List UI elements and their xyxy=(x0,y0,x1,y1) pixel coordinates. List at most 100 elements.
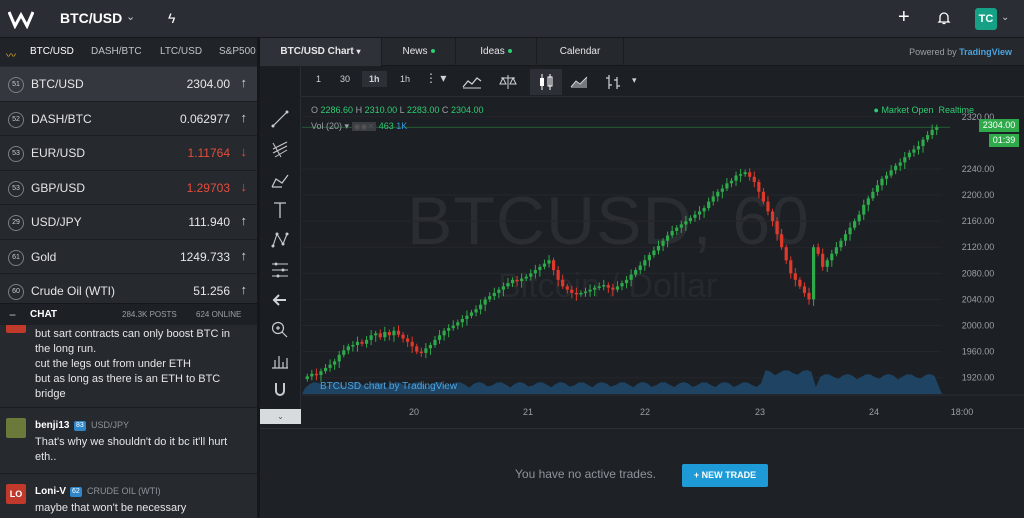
market-tab-btc-usd[interactable]: BTC/USD xyxy=(30,46,74,57)
market-badge: 53 xyxy=(8,180,24,197)
lightning-icon[interactable]: ϟ xyxy=(168,10,175,26)
candle-body xyxy=(729,180,734,184)
ohlc-readout: O 2286.60 H 2310.00 L 2283.00 C 2304.00 xyxy=(311,105,484,115)
price-chart[interactable]: BTCUSD, 60 Bitcoin / Dollar 1920.00 1960.… xyxy=(302,97,1024,424)
candle-body xyxy=(716,191,720,197)
candle-body xyxy=(638,265,642,271)
candlestick-chart[interactable]: 1920.00 1960.00 2000.00 2040.00 2080.00 2120.… xyxy=(302,97,1024,424)
arrow-up-icon: ↑ xyxy=(240,75,248,90)
zoom-icon[interactable] xyxy=(270,320,290,340)
candle-body xyxy=(656,245,661,251)
magnet-icon[interactable] xyxy=(270,380,290,400)
chevron-down-icon[interactable]: ▾ xyxy=(632,75,637,86)
chart-credit-link[interactable]: BTCUSD chart by TradingView xyxy=(320,381,457,392)
candle-body xyxy=(634,270,638,275)
market-status: ● Market Open Realtime xyxy=(873,105,975,115)
candle-body xyxy=(574,292,578,295)
market-price: 0.062977 xyxy=(179,111,230,126)
market-row[interactable]: 52 DASH/BTC 0.062977 ↑ xyxy=(0,102,257,136)
candle-body xyxy=(825,260,829,267)
interval-1h-alt[interactable]: 1h xyxy=(400,74,410,84)
chevron-down-icon[interactable]: ⌄ xyxy=(126,10,135,23)
divider xyxy=(0,407,257,408)
market-row[interactable]: 29 USD/JPY 111.940 ↑ xyxy=(0,205,257,240)
candle-body xyxy=(738,174,743,176)
market-row[interactable]: 51 BTC/USD 2304.00 ↑ xyxy=(0,67,257,102)
volume-readout[interactable]: Vol (20) ▾ ◉◉✕ 463 1K xyxy=(311,121,407,132)
candle-body xyxy=(488,296,492,300)
arrow-down-icon: ↓ xyxy=(240,144,248,159)
scroll-down-button[interactable]: ⌄ xyxy=(260,409,301,424)
candles-style-button[interactable] xyxy=(530,69,562,95)
compare-icon[interactable] xyxy=(499,74,517,90)
trending-icon: 〰 xyxy=(6,51,16,62)
tab-calendar[interactable]: Calendar xyxy=(537,38,624,66)
pair-selector[interactable]: BTC/USD xyxy=(60,10,122,26)
fib-icon[interactable] xyxy=(270,260,290,280)
candle-body xyxy=(588,289,592,292)
market-row[interactable]: 53 EUR/USD 1.11764 ↓ xyxy=(0,136,257,171)
candle-body xyxy=(538,266,542,271)
market-tab-sp500[interactable]: S&P500 xyxy=(219,46,256,57)
y-tick-label: 2160.00 xyxy=(962,216,995,226)
market-tab-ltc-usd[interactable]: LTC/USD xyxy=(160,46,202,57)
arrow-down-icon: ↓ xyxy=(240,178,248,194)
candle-body xyxy=(469,312,474,316)
candle-body xyxy=(816,247,820,254)
new-trade-button[interactable]: + NEW TRADE xyxy=(682,464,768,487)
market-row[interactable]: 61 Gold 1249.733 ↑ xyxy=(0,240,257,274)
pattern-icon[interactable] xyxy=(270,230,290,250)
candle-body xyxy=(907,152,911,158)
market-tab-dash-btc[interactable]: DASH/BTC xyxy=(91,46,142,57)
candle-body xyxy=(620,283,624,287)
avatar[interactable] xyxy=(6,325,26,333)
candle-body xyxy=(702,208,706,212)
indicators-icon[interactable] xyxy=(462,75,482,89)
candle-body xyxy=(561,279,565,287)
pitchfork-icon[interactable] xyxy=(270,139,290,159)
candle-body xyxy=(821,253,825,267)
brush-icon[interactable] xyxy=(270,170,290,190)
interval-1h[interactable]: 1h xyxy=(362,71,387,87)
trend-line-icon[interactable] xyxy=(270,109,290,129)
area-chart-icon[interactable] xyxy=(570,75,588,89)
add-icon[interactable]: + xyxy=(898,6,910,29)
bars-style-icon[interactable] xyxy=(605,73,621,91)
interval-1[interactable]: 1 xyxy=(316,74,321,84)
candle-body xyxy=(684,221,688,225)
bell-icon[interactable] xyxy=(936,10,952,26)
chat-username[interactable]: Loni-V xyxy=(35,486,66,497)
candle-body xyxy=(474,309,478,313)
interval-30[interactable]: 30 xyxy=(340,74,350,84)
powered-by[interactable]: Powered by TradingView xyxy=(909,47,1012,57)
more-intervals-icon[interactable]: ⋮ ▾ xyxy=(425,71,446,85)
market-list: 51 BTC/USD 2304.00 ↑ 52 DASH/BTC 0.062977 ↑ 53 EU… xyxy=(0,67,257,309)
candle-body xyxy=(606,285,610,288)
candle-body xyxy=(725,183,729,189)
chevron-down-icon[interactable]: ⌄ xyxy=(1001,12,1009,23)
candle-body xyxy=(314,373,318,376)
x-tick-label: 20 xyxy=(409,407,419,417)
chat-message-text: but sart contracts can only boost BTC in… xyxy=(35,328,231,400)
candle-body xyxy=(387,332,391,336)
candle-body xyxy=(930,129,934,136)
x-tick-label: 18:00 xyxy=(951,407,974,417)
text-icon[interactable] xyxy=(270,200,290,220)
market-row[interactable]: 53 GBP/USD 1.29703 ↓ xyxy=(0,171,257,205)
chat-header: − CHAT 284.3K POSTS 624 ONLINE xyxy=(0,303,257,325)
tab-news[interactable]: News xyxy=(382,38,456,66)
minimize-icon[interactable]: − xyxy=(9,308,16,322)
measure-icon[interactable] xyxy=(270,350,290,370)
chat-pair-tag: CRUDE OIL (WTI) xyxy=(87,486,161,496)
candle-body xyxy=(579,292,583,295)
market-price: 1249.733 xyxy=(179,249,230,264)
tab-chart[interactable]: BTC/USD Chart ▾ xyxy=(260,38,382,66)
back-arrow-icon[interactable] xyxy=(270,290,290,310)
chat-username[interactable]: benji13 xyxy=(35,420,69,431)
user-avatar[interactable]: TC xyxy=(975,8,997,30)
logo-icon[interactable] xyxy=(8,9,34,29)
tab-ideas[interactable]: Ideas xyxy=(456,38,537,66)
avatar[interactable]: LO xyxy=(6,484,26,504)
candle-body xyxy=(871,191,875,199)
avatar[interactable] xyxy=(6,418,26,438)
